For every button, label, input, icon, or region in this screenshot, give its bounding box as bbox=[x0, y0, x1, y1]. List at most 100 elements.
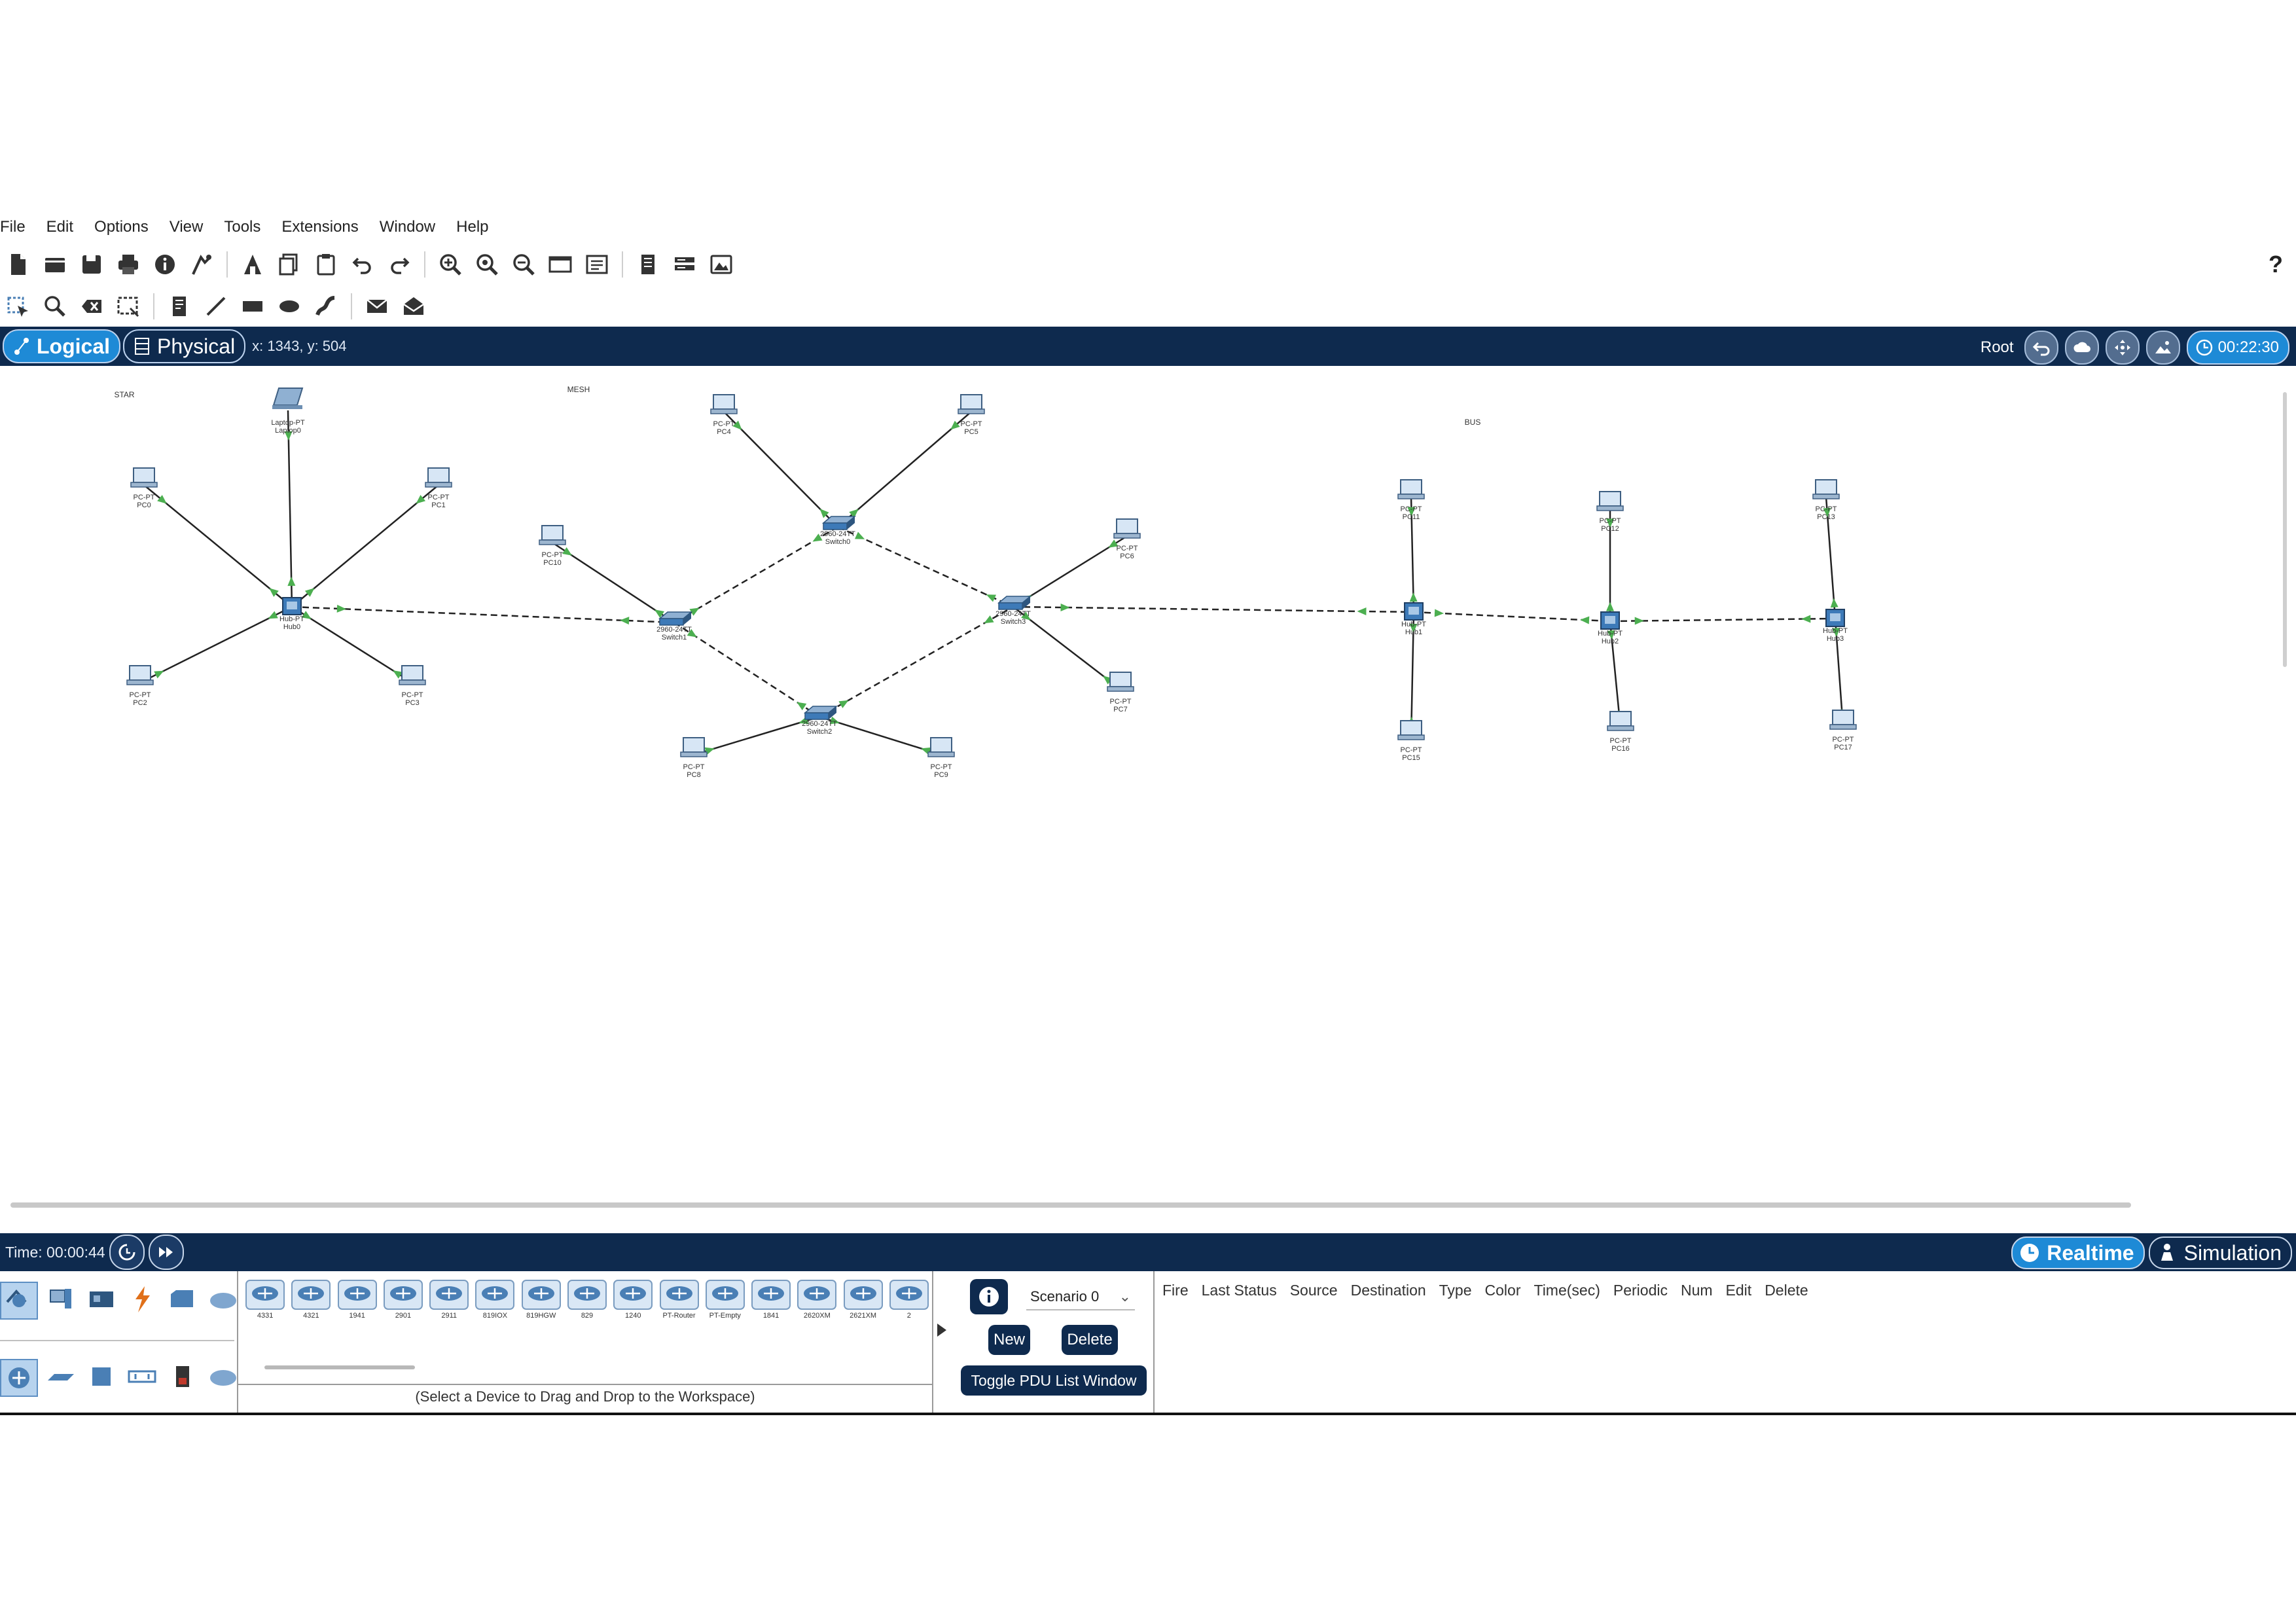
device-pc1[interactable]: PC-PTPC1 bbox=[425, 467, 452, 509]
move-button[interactable] bbox=[2105, 331, 2140, 365]
new-file-button[interactable] bbox=[4, 250, 33, 279]
back-button[interactable] bbox=[2024, 331, 2058, 365]
router-model-5[interactable]: 819IOX bbox=[473, 1279, 516, 1320]
cloud-button[interactable] bbox=[2064, 331, 2099, 365]
logical-tab[interactable]: Logical bbox=[3, 329, 121, 363]
link-sw2-pc8[interactable] bbox=[693, 715, 820, 756]
wan-emulation-category[interactable] bbox=[206, 1359, 241, 1394]
device-pc10[interactable]: PC-PTPC10 bbox=[539, 525, 566, 567]
pdu-column-delete[interactable]: Delete bbox=[1765, 1282, 1808, 1299]
router-model-0[interactable]: 4331 bbox=[243, 1279, 287, 1320]
router-model-9[interactable]: PT-Router bbox=[657, 1279, 700, 1320]
link-sw3-pc7[interactable] bbox=[1013, 606, 1121, 690]
multiuser-category[interactable] bbox=[206, 1282, 241, 1317]
ellipse-button[interactable] bbox=[275, 292, 304, 321]
link-sw0-pc4[interactable] bbox=[723, 411, 838, 528]
drawing-palette-button[interactable] bbox=[546, 250, 575, 279]
router-model-4[interactable]: 2911 bbox=[427, 1279, 471, 1320]
model-list-scrollbar[interactable] bbox=[264, 1365, 415, 1369]
line-button[interactable] bbox=[202, 292, 230, 321]
workspace-horizontal-scrollbar[interactable] bbox=[10, 1202, 2131, 1208]
router-model-13[interactable]: 2621XM bbox=[841, 1279, 884, 1320]
rectangle-button[interactable] bbox=[238, 292, 267, 321]
physical-tab[interactable]: Physical bbox=[123, 329, 246, 363]
scenario-select[interactable]: Scenario 0 ⌄ bbox=[1026, 1284, 1135, 1310]
pdu-column-fire[interactable]: Fire bbox=[1162, 1282, 1189, 1299]
router-model-14[interactable]: 2 bbox=[888, 1279, 931, 1320]
router-model-1[interactable]: 4321 bbox=[289, 1279, 332, 1320]
link-hub0-pc1[interactable] bbox=[291, 484, 439, 607]
power-cycle-button[interactable] bbox=[109, 1235, 145, 1270]
device-pc8[interactable]: PC-PTPC8 bbox=[680, 737, 708, 779]
area-label-mesh[interactable]: MESH bbox=[567, 385, 590, 394]
link-sw3-hub1[interactable] bbox=[1013, 603, 1414, 616]
menu-tools[interactable]: Tools bbox=[213, 211, 271, 244]
device-sw1[interactable]: 2960-24TTSwitch1 bbox=[656, 611, 693, 641]
link-hub0-pc2[interactable] bbox=[139, 605, 293, 684]
device-pc15[interactable]: PC-PTPC15 bbox=[1397, 720, 1425, 762]
area-label-star[interactable]: STAR bbox=[114, 390, 134, 399]
routers-category[interactable] bbox=[0, 1359, 38, 1397]
inspect-button[interactable] bbox=[41, 292, 69, 321]
connections-category[interactable] bbox=[124, 1282, 160, 1317]
link-sw0-sw1[interactable] bbox=[673, 526, 838, 624]
link-sw1-pc10[interactable] bbox=[552, 541, 675, 624]
device-pc3[interactable]: PC-PTPC3 bbox=[399, 665, 426, 707]
delete-button[interactable] bbox=[77, 292, 106, 321]
device-pc6[interactable]: PC-PTPC6 bbox=[1113, 518, 1141, 560]
link-sw0-sw3[interactable] bbox=[837, 526, 1014, 608]
menu-window[interactable]: Window bbox=[369, 211, 446, 244]
pdu-column-num[interactable]: Num bbox=[1681, 1282, 1713, 1299]
device-pc9[interactable]: PC-PTPC9 bbox=[927, 737, 955, 779]
workspace-vertical-scrollbar[interactable] bbox=[2283, 392, 2287, 667]
miscellaneous-category[interactable] bbox=[165, 1282, 200, 1317]
new-scenario-button[interactable]: New bbox=[988, 1325, 1030, 1355]
network-devices-category[interactable] bbox=[0, 1282, 38, 1320]
device-sw0[interactable]: 2960-24TTSwitch0 bbox=[820, 516, 857, 546]
logical-workspace[interactable]: Laptop-PT Laptop0 PC-PT PC0 PC-PT PC1 PC-PT PC2… bbox=[0, 366, 2296, 1217]
security-category[interactable] bbox=[165, 1359, 200, 1394]
router-model-8[interactable]: 1240 bbox=[611, 1279, 655, 1320]
device-sw2[interactable]: 2960-24TTSwitch2 bbox=[802, 706, 838, 736]
menu-extensions[interactable]: Extensions bbox=[271, 211, 368, 244]
router-model-7[interactable]: 829 bbox=[565, 1279, 609, 1320]
activity-wizard-button[interactable] bbox=[187, 250, 216, 279]
custom-device-button[interactable] bbox=[583, 250, 611, 279]
open-folder-button[interactable] bbox=[41, 250, 69, 279]
undo-button[interactable] bbox=[348, 250, 377, 279]
viewport-button[interactable] bbox=[2145, 331, 2180, 365]
zoom-reset-button[interactable] bbox=[473, 250, 501, 279]
menu-view[interactable]: View bbox=[159, 211, 214, 244]
link-hub0-laptop0[interactable] bbox=[284, 410, 296, 607]
custom-pdu-button[interactable] bbox=[238, 250, 267, 279]
device-hub2[interactable]: Hub-PTHub2 bbox=[1598, 611, 1623, 645]
device-pc2[interactable]: PC-PTPC2 bbox=[126, 665, 154, 707]
resize-button[interactable] bbox=[114, 292, 143, 321]
zoom-out-button[interactable] bbox=[509, 250, 538, 279]
viewport-button[interactable] bbox=[707, 250, 736, 279]
paste-button[interactable] bbox=[312, 250, 340, 279]
end-devices-category[interactable] bbox=[43, 1282, 79, 1317]
cluster-button[interactable] bbox=[670, 250, 699, 279]
router-model-12[interactable]: 2620XM bbox=[795, 1279, 838, 1320]
device-sw3[interactable]: 2960-24TTSwitch3 bbox=[996, 596, 1032, 626]
device-pc0[interactable]: PC-PTPC0 bbox=[130, 467, 158, 509]
simple-pdu-button[interactable] bbox=[363, 292, 391, 321]
link-hub0-pc3[interactable] bbox=[291, 605, 413, 684]
pdu-column-edit[interactable]: Edit bbox=[1726, 1282, 1752, 1299]
zoom-in-button[interactable] bbox=[436, 250, 465, 279]
menu-file[interactable]: File bbox=[0, 211, 36, 244]
router-model-11[interactable]: 1841 bbox=[749, 1279, 793, 1320]
link-sw0-pc5[interactable] bbox=[837, 411, 972, 528]
expand-panel-icon[interactable] bbox=[937, 1324, 946, 1337]
components-category[interactable] bbox=[84, 1282, 119, 1317]
menu-options[interactable]: Options bbox=[84, 211, 159, 244]
link-sw2-pc9[interactable] bbox=[819, 715, 942, 756]
hubs-category[interactable] bbox=[84, 1359, 119, 1394]
device-pc17[interactable]: PC-PTPC17 bbox=[1829, 710, 1857, 751]
help-button[interactable]: ? bbox=[2269, 245, 2283, 284]
pdu-column-source[interactable]: Source bbox=[1290, 1282, 1338, 1299]
device-hub3[interactable]: Hub-PTHub3 bbox=[1823, 609, 1848, 643]
wireless-devices-category[interactable] bbox=[124, 1359, 160, 1394]
link-hub2-hub3[interactable] bbox=[1609, 615, 1836, 625]
